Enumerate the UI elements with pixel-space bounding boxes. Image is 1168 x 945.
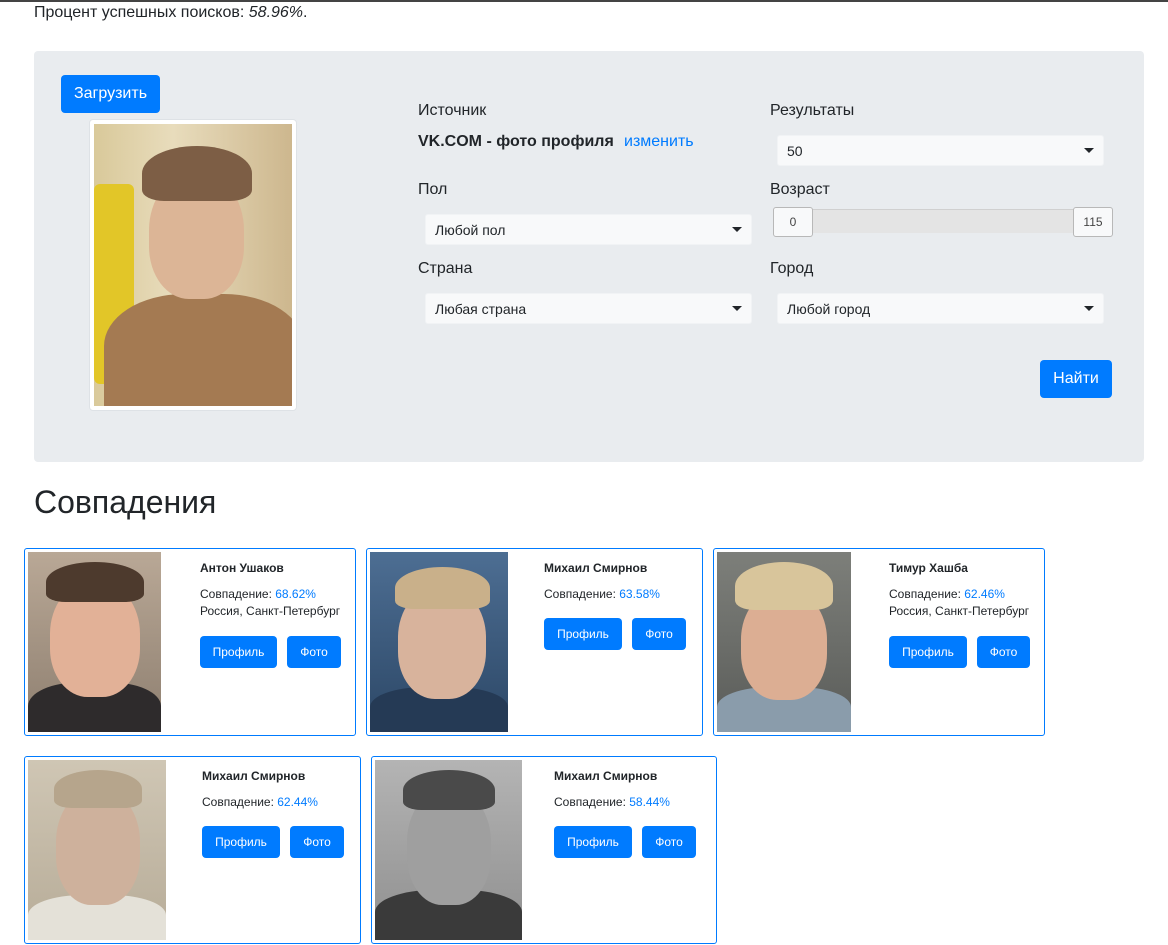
match-card: Михаил Смирнов Совпадение: 58.44% Профил… <box>371 756 717 944</box>
match-score-value: 63.58% <box>619 587 660 601</box>
match-photo <box>28 760 166 940</box>
match-photo <box>370 552 508 732</box>
query-photo-image <box>94 124 292 406</box>
match-score: Совпадение: 63.58% <box>544 587 660 601</box>
results-select[interactable]: 50 <box>777 135 1104 166</box>
match-name: Михаил Смирнов <box>554 769 658 783</box>
source-label: Источник <box>418 102 487 119</box>
match-photo <box>28 552 161 732</box>
match-card: Тимур Хашба Совпадение: 62.46% Россия, С… <box>713 548 1045 736</box>
match-score: Совпадение: 68.62% <box>200 587 316 601</box>
results-label: Результаты <box>770 102 855 119</box>
photo-button[interactable]: Фото <box>642 826 696 858</box>
match-card: Михаил Смирнов Совпадение: 63.58% Профил… <box>366 548 703 736</box>
photo-button[interactable]: Фото <box>290 826 344 858</box>
match-name: Михаил Смирнов <box>544 561 648 575</box>
match-photo <box>375 760 522 940</box>
photo-button[interactable]: Фото <box>287 636 341 668</box>
upload-button[interactable]: Загрузить <box>61 75 160 113</box>
match-photo <box>717 552 851 732</box>
gender-select-value: Любой пол <box>435 221 506 238</box>
match-score-label: Совпадение: <box>200 587 272 601</box>
chevron-down-icon <box>732 227 742 232</box>
age-label: Возраст <box>770 181 830 198</box>
chevron-down-icon <box>1084 148 1094 153</box>
age-min-handle[interactable]: 0 <box>773 207 813 237</box>
photo-button[interactable]: Фото <box>632 618 686 650</box>
match-score-value: 58.44% <box>629 795 670 809</box>
gender-select[interactable]: Любой пол <box>425 214 752 245</box>
change-source-link[interactable]: изменить <box>624 133 694 151</box>
profile-button[interactable]: Профиль <box>889 636 967 668</box>
match-score-label: Совпадение: <box>202 795 274 809</box>
match-score-value: 68.62% <box>275 587 316 601</box>
profile-button[interactable]: Профиль <box>202 826 280 858</box>
profile-button[interactable]: Профиль <box>200 636 277 668</box>
source-value: VK.COM - фото профиля <box>418 133 614 150</box>
match-card: Антон Ушаков Совпадение: 68.62% Россия, … <box>24 548 356 736</box>
results-select-value: 50 <box>787 142 803 159</box>
success-rate-label: Процент успешных поисков: <box>34 4 245 21</box>
gender-label: Пол <box>418 181 448 198</box>
match-name: Михаил Смирнов <box>202 769 306 783</box>
find-button[interactable]: Найти <box>1040 360 1112 398</box>
match-score-value: 62.46% <box>964 587 1005 601</box>
age-slider-track[interactable] <box>810 209 1080 233</box>
match-score: Совпадение: 62.46% <box>889 587 1005 601</box>
city-select-value: Любой город <box>787 300 871 317</box>
match-score-label: Совпадение: <box>554 795 626 809</box>
success-rate: Процент успешных поисков: 58.96%. <box>34 4 307 22</box>
match-score: Совпадение: 62.44% <box>202 795 318 809</box>
match-name: Тимур Хашба <box>889 561 968 575</box>
success-rate-value: 58.96% <box>248 4 304 21</box>
country-label: Страна <box>418 260 473 277</box>
query-photo <box>89 119 297 411</box>
match-score-label: Совпадение: <box>889 587 961 601</box>
age-max-handle[interactable]: 115 <box>1073 207 1113 237</box>
photo-button[interactable]: Фото <box>977 636 1030 668</box>
match-card: Михаил Смирнов Совпадение: 62.44% Профил… <box>24 756 361 944</box>
chevron-down-icon <box>732 306 742 311</box>
match-location: Россия, Санкт-Петербург <box>200 604 341 618</box>
city-select[interactable]: Любой город <box>777 293 1104 324</box>
match-score-value: 62.44% <box>277 795 318 809</box>
search-panel: Загрузить Источник VK.COM - фото профиля… <box>34 51 1144 462</box>
chevron-down-icon <box>1084 306 1094 311</box>
match-score: Совпадение: 58.44% <box>554 795 670 809</box>
match-score-label: Совпадение: <box>544 587 616 601</box>
country-select[interactable]: Любая страна <box>425 293 752 324</box>
success-rate-suffix: . <box>303 4 308 21</box>
matches-title: Совпадения <box>34 484 217 520</box>
match-location: Россия, Санкт-Петербург <box>889 604 1030 618</box>
city-label: Город <box>770 260 814 277</box>
profile-button[interactable]: Профиль <box>544 618 622 650</box>
match-name: Антон Ушаков <box>200 561 284 575</box>
profile-button[interactable]: Профиль <box>554 826 632 858</box>
country-select-value: Любая страна <box>435 300 527 317</box>
